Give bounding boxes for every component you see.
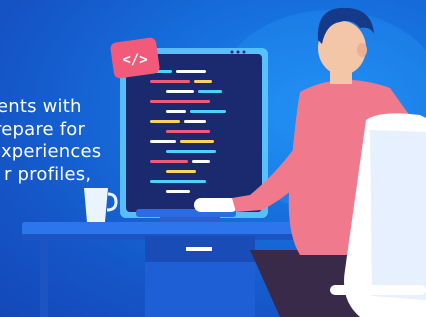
code-badge: </>: [110, 37, 160, 79]
caption-line-3: experiences: [0, 141, 102, 162]
coffee-cup-icon: [84, 188, 118, 222]
hero-caption: ents with repare for experiences r profi…: [0, 96, 160, 186]
caption-line-1: ents with: [0, 96, 82, 117]
caption-line-4: r profiles,: [4, 163, 92, 185]
code-badge-glyph: </>: [122, 52, 147, 68]
hero-illustration: </> ents with repare for experiences r p…: [0, 0, 426, 317]
caption-line-2: repare for: [0, 118, 86, 140]
